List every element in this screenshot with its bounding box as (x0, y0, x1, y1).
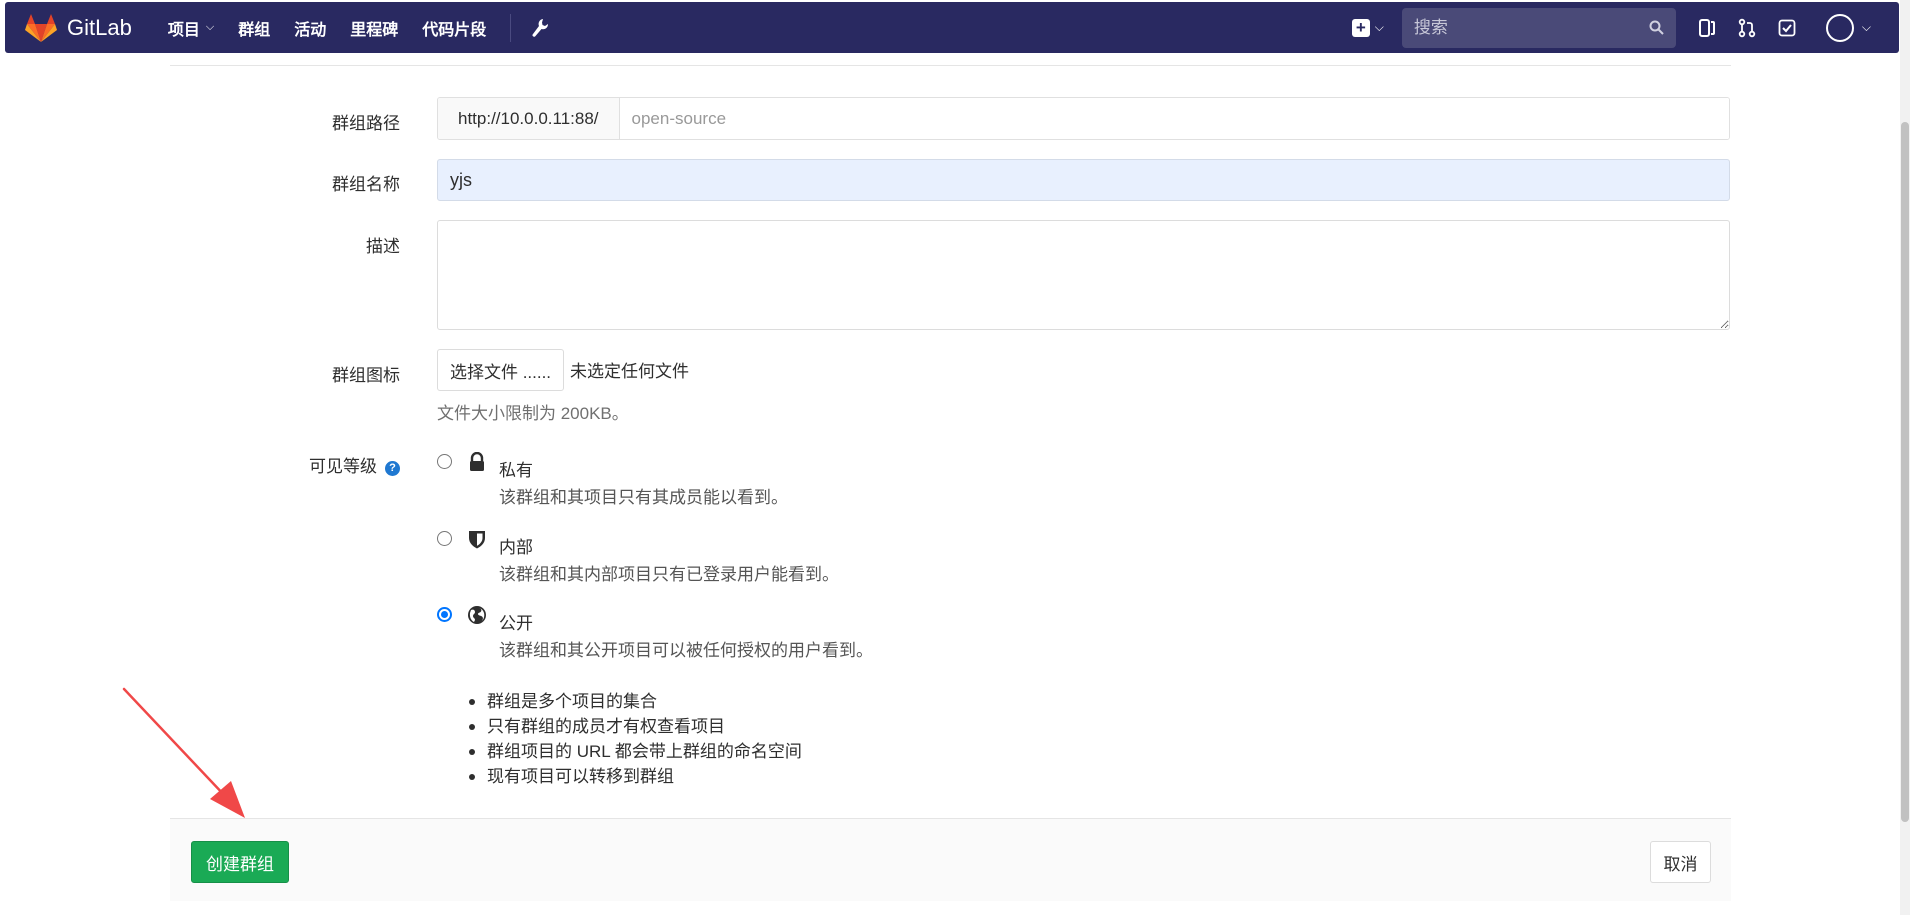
avatar (1825, 13, 1854, 42)
file-status-text: 未选定任何文件 (570, 362, 689, 381)
visibility-radio-public[interactable] (437, 607, 452, 622)
description-textarea[interactable] (437, 220, 1730, 330)
chevron-down-icon: ⌵ (1861, 20, 1871, 34)
nav-right: + ⌵ 搜索 ⌵ (1351, 2, 1899, 53)
group-path-prefix: http://10.0.0.11:88/ (438, 98, 620, 139)
issues-link[interactable] (1698, 18, 1716, 38)
lock-icon (470, 452, 484, 471)
form-actions: 创建群组 取消 (170, 818, 1731, 901)
top-navbar: GitLab 项目 ⌵ 群组 活动 里程碑 代码片段 + ⌵ 搜索 ⌵ (5, 2, 1899, 53)
nav-item-snippets[interactable]: 代码片段 (410, 2, 498, 53)
group-path-label: 群组路径 (332, 114, 400, 133)
group-path-field: http://10.0.0.11:88/ (437, 97, 1730, 140)
globe-icon (468, 606, 486, 624)
new-dropdown-button[interactable]: + ⌵ (1351, 18, 1384, 37)
nav-item-groups[interactable]: 群组 (226, 2, 282, 53)
create-group-button[interactable]: 创建群组 (191, 841, 289, 883)
description-label: 描述 (366, 237, 400, 256)
visibility-description: 该群组和其项目只有其成员能以看到。 (499, 488, 788, 507)
nav-item-label: 项目 (167, 21, 200, 39)
list-item: 只有群组的成员才有权查看项目 (465, 714, 802, 739)
issues-icon (1698, 18, 1715, 37)
visibility-label-wrap: 可见等级? (170, 452, 400, 477)
visibility-radio-private[interactable] (437, 454, 452, 469)
group-name-label: 群组名称 (332, 175, 400, 194)
scrollbar-thumb[interactable] (1901, 122, 1909, 822)
user-menu-button[interactable]: ⌵ (1825, 13, 1871, 42)
nav-menu: 项目 ⌵ 群组 活动 里程碑 代码片段 (156, 2, 557, 53)
brand-name: GitLab (67, 14, 132, 40)
visibility-title: 私有 (499, 461, 533, 480)
search-box (1401, 7, 1676, 48)
wrench-icon (532, 18, 549, 37)
nav-item-activity[interactable]: 活动 (282, 2, 338, 53)
chevron-down-icon: ⌵ (1374, 20, 1384, 34)
admin-area-link[interactable] (523, 2, 557, 53)
visibility-title: 内部 (499, 538, 533, 557)
choose-file-button[interactable]: 选择文件 ...... (437, 349, 564, 391)
chevron-down-icon: ⌵ (205, 21, 215, 33)
nav-item-label: 活动 (294, 21, 327, 39)
file-size-help: 文件大小限制为 200KB。 (437, 404, 629, 423)
visibility-radio-internal[interactable] (437, 531, 452, 546)
visibility-description: 该群组和其公开项目可以被任何授权的用户看到。 (499, 641, 873, 660)
group-name-input[interactable] (437, 159, 1730, 201)
nav-item-label: 群组 (238, 21, 271, 39)
visibility-description: 该群组和其内部项目只有已登录用户能看到。 (499, 565, 839, 584)
group-path-input[interactable] (619, 98, 1729, 139)
nav-item-label: 里程碑 (350, 21, 399, 39)
list-item: 现有项目可以转移到群组 (465, 764, 802, 789)
brand-home-link[interactable]: GitLab (25, 13, 132, 43)
shield-icon (469, 531, 485, 549)
merge-request-icon (1738, 18, 1756, 37)
nav-item-label: 代码片段 (422, 21, 487, 39)
todo-check-icon (1778, 19, 1796, 36)
help-icon[interactable]: ? (385, 461, 400, 476)
gitlab-logo-icon (25, 13, 57, 42)
annotation-arrow-icon (122, 687, 245, 818)
nav-divider (510, 13, 512, 42)
visibility-label: 可见等级 (309, 457, 377, 476)
search-icon (1649, 20, 1664, 40)
todos-link[interactable] (1778, 19, 1796, 37)
visibility-title: 公开 (499, 614, 533, 633)
nav-item-milestones[interactable]: 里程碑 (338, 2, 410, 53)
plus-icon: + (1351, 18, 1370, 37)
list-item: 群组是多个项目的集合 (465, 689, 802, 714)
cancel-button[interactable]: 取消 (1650, 841, 1711, 883)
nav-item-projects[interactable]: 项目 ⌵ (156, 2, 226, 53)
page: GitLab 项目 ⌵ 群组 活动 里程碑 代码片段 + ⌵ 搜索 ⌵ 群组路径… (0, 0, 1910, 915)
search-input[interactable] (1413, 17, 1644, 38)
group-avatar-label: 群组图标 (332, 366, 400, 385)
section-divider (170, 65, 1731, 66)
list-item: 群组项目的 URL 都会带上群组的命名空间 (465, 739, 802, 764)
merge-requests-link[interactable] (1738, 18, 1756, 38)
page-scrollbar[interactable] (1900, 0, 1910, 915)
group-info-list: 群组是多个项目的集合 只有群组的成员才有权查看项目 群组项目的 URL 都会带上… (465, 689, 802, 789)
